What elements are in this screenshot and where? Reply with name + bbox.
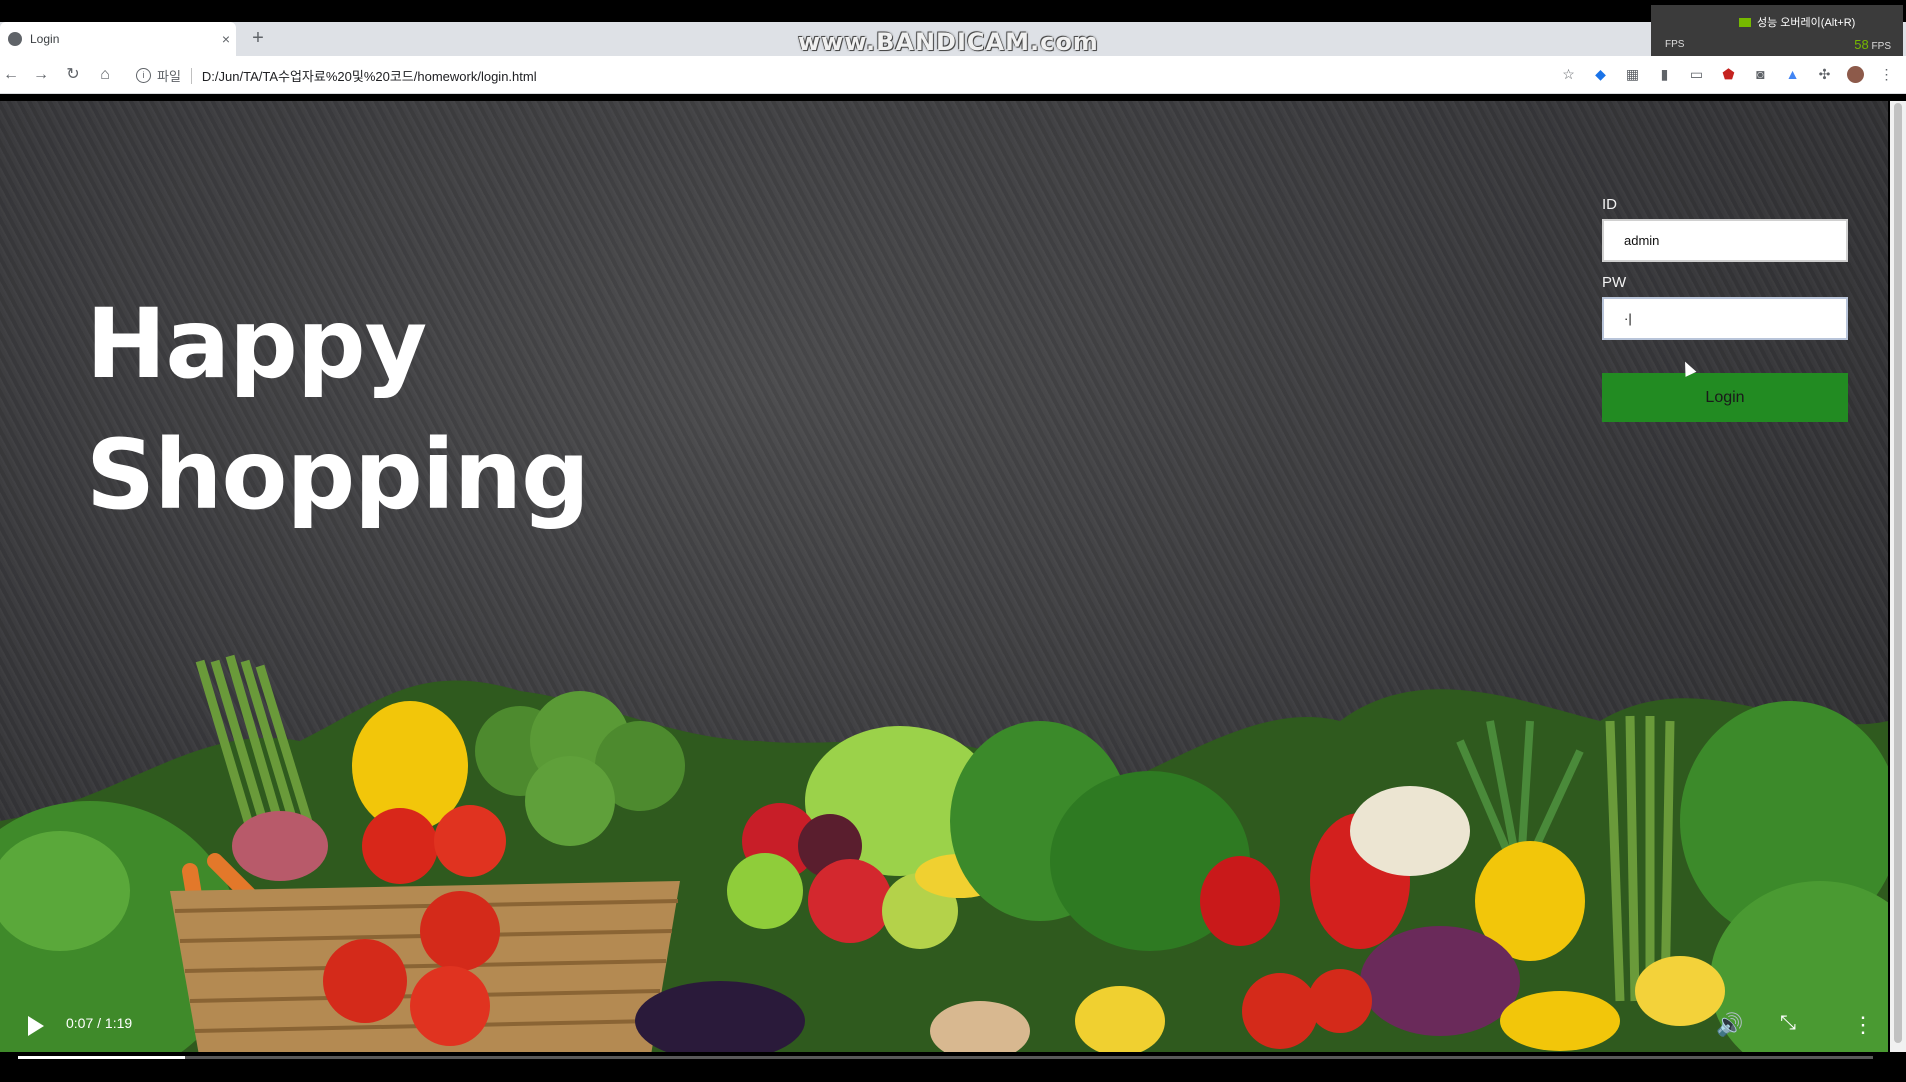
video-timecode: 0:07 / 1:19 — [66, 1015, 133, 1031]
login-form: ID PW Login — [1602, 196, 1848, 422]
video-progress-fill — [18, 1056, 185, 1059]
pw-label: PW — [1602, 274, 1627, 291]
play-icon[interactable] — [28, 1016, 44, 1036]
tab-login[interactable]: Login × — [0, 22, 236, 56]
extension-icon[interactable]: ▮ — [1655, 66, 1674, 83]
fps-value: 58 — [1854, 37, 1869, 52]
video-controls: 0:07 / 1:19 🔊 ⤡ ⋮ — [0, 1000, 1906, 1082]
hero-line-2: Shopping — [86, 419, 590, 531]
avatar[interactable] — [1847, 66, 1864, 83]
url-scheme-label: 파일 — [157, 69, 181, 84]
bookmark-star-icon[interactable]: ☆ — [1559, 66, 1578, 83]
recording-top-bar — [0, 0, 1906, 22]
shield-icon[interactable]: ⬟ — [1719, 66, 1738, 83]
exit-fullscreen-icon[interactable]: ⤡ — [1780, 1012, 1796, 1035]
fps-label: FPS — [1665, 39, 1685, 50]
tab-title: Login — [30, 32, 60, 46]
login-page: Happy Shopping ID PW Login — [0, 101, 1888, 1052]
camera-icon[interactable]: ◙ — [1751, 66, 1770, 83]
fps-readout: 58 FPS — [1854, 37, 1891, 52]
url-divider — [190, 67, 192, 84]
login-button[interactable]: Login — [1602, 373, 1848, 422]
volume-icon[interactable]: 🔊 — [1716, 1012, 1743, 1038]
id-label: ID — [1602, 196, 1617, 213]
globe-icon — [8, 32, 22, 46]
menu-icon[interactable]: ⋮ — [1877, 66, 1896, 83]
info-icon[interactable]: i — [136, 68, 151, 83]
address-bar: ← → ↻ ⌂ i 파일 D:/Jun/TA/TA수업자료%20및%20코드/h… — [0, 56, 1906, 94]
new-tab-button[interactable]: + — [246, 27, 270, 50]
extension-icon[interactable]: ▦ — [1623, 66, 1642, 83]
fps-unit: FPS — [1871, 41, 1891, 52]
hero-line-1: Happy — [86, 288, 427, 400]
page-scrollbar[interactable] — [1890, 101, 1906, 1052]
nvidia-icon — [1739, 17, 1751, 27]
reload-icon[interactable]: ↻ — [62, 64, 84, 86]
hero-title: Happy Shopping — [86, 279, 590, 541]
bandicam-watermark: www.BANDICAM.com — [798, 28, 1099, 56]
home-icon[interactable]: ⌂ — [94, 64, 116, 86]
more-options-icon[interactable]: ⋮ — [1852, 1012, 1874, 1038]
pw-input[interactable] — [1602, 297, 1848, 340]
puzzle-icon[interactable]: ✣ — [1815, 66, 1834, 83]
extension-icon[interactable]: ▭ — [1687, 66, 1706, 83]
scrollbar-thumb[interactable] — [1894, 103, 1902, 1043]
forward-icon[interactable]: → — [30, 64, 52, 86]
url-text[interactable]: D:/Jun/TA/TA수업자료%20및%20코드/homework/login… — [202, 66, 537, 85]
back-icon[interactable]: ← — [0, 64, 22, 86]
close-icon[interactable]: × — [216, 31, 236, 47]
extension-icon[interactable]: ▲ — [1783, 66, 1802, 83]
omnibox[interactable]: i 파일 D:/Jun/TA/TA수업자료%20및%20코드/homework/… — [136, 66, 537, 85]
overlay-title: 성능 오버레이(Alt+R) — [1757, 17, 1856, 29]
extension-icon[interactable]: ◆ — [1591, 66, 1610, 83]
id-input[interactable] — [1602, 219, 1848, 262]
extension-toolbar: ☆ ◆ ▦ ▮ ▭ ⬟ ◙ ▲ ✣ ⋮ — [1559, 66, 1896, 83]
video-progress-bar[interactable] — [18, 1056, 1873, 1059]
